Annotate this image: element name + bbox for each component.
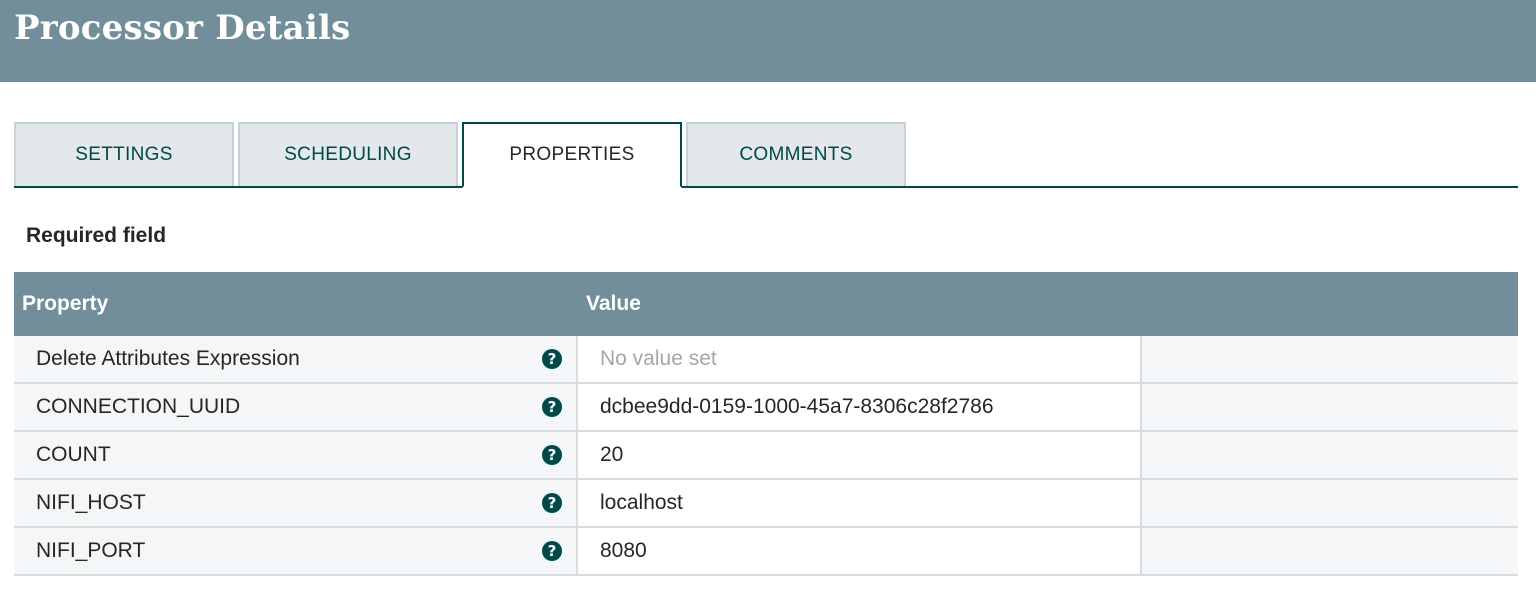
table-row[interactable]: NIFI_HOST ? localhost <box>14 480 1518 528</box>
property-value: No value set <box>600 347 717 370</box>
help-circle-icon[interactable]: ? <box>542 541 562 561</box>
tab-settings[interactable]: SETTINGS <box>14 122 234 188</box>
column-divider <box>1140 432 1142 478</box>
tab-bar: SETTINGS SCHEDULING PROPERTIES COMMENTS <box>14 122 1518 188</box>
property-value-cell[interactable]: 20 <box>578 432 1140 478</box>
property-value-cell[interactable]: No value set <box>578 336 1140 382</box>
help-circle-icon[interactable]: ? <box>542 493 562 513</box>
table-row[interactable]: CONNECTION_UUID ? dcbee9dd-0159-1000-45a… <box>14 384 1518 432</box>
property-value-cell[interactable]: dcbee9dd-0159-1000-45a7-8306c28f2786 <box>578 384 1140 430</box>
property-name: Delete Attributes Expression <box>36 347 300 370</box>
dialog-header: Processor Details <box>0 0 1536 82</box>
column-divider <box>1140 528 1142 574</box>
property-name: NIFI_PORT <box>36 539 146 562</box>
tab-scheduling[interactable]: SCHEDULING <box>238 122 458 188</box>
column-divider <box>1140 384 1142 430</box>
dialog-title: Processor Details <box>14 8 351 48</box>
table-row[interactable]: NIFI_PORT ? 8080 <box>14 528 1518 576</box>
property-name: NIFI_HOST <box>36 491 146 514</box>
column-header-property[interactable]: Property <box>22 272 108 336</box>
table-header: Property Value <box>14 272 1518 336</box>
help-circle-icon[interactable]: ? <box>542 445 562 465</box>
property-value: 20 <box>600 443 624 466</box>
table-row[interactable]: COUNT ? 20 <box>14 432 1518 480</box>
tab-underline <box>14 186 1518 188</box>
property-value: 8080 <box>600 539 647 562</box>
property-name: COUNT <box>36 443 111 466</box>
table-row[interactable]: Delete Attributes Expression ? No value … <box>14 336 1518 384</box>
tab-comments[interactable]: COMMENTS <box>686 122 906 188</box>
property-value-cell[interactable]: 8080 <box>578 528 1140 574</box>
help-circle-icon[interactable]: ? <box>542 397 562 417</box>
property-value: localhost <box>600 491 683 514</box>
column-divider <box>1140 480 1142 526</box>
column-header-value[interactable]: Value <box>586 272 641 336</box>
property-name: CONNECTION_UUID <box>36 395 241 418</box>
tab-properties[interactable]: PROPERTIES <box>462 122 682 188</box>
properties-table: Property Value Delete Attributes Express… <box>14 272 1518 576</box>
property-value: dcbee9dd-0159-1000-45a7-8306c28f2786 <box>600 395 994 418</box>
property-value-cell[interactable]: localhost <box>578 480 1140 526</box>
column-divider <box>1140 336 1142 382</box>
help-circle-icon[interactable]: ? <box>542 349 562 369</box>
required-field-label: Required field <box>26 224 167 247</box>
